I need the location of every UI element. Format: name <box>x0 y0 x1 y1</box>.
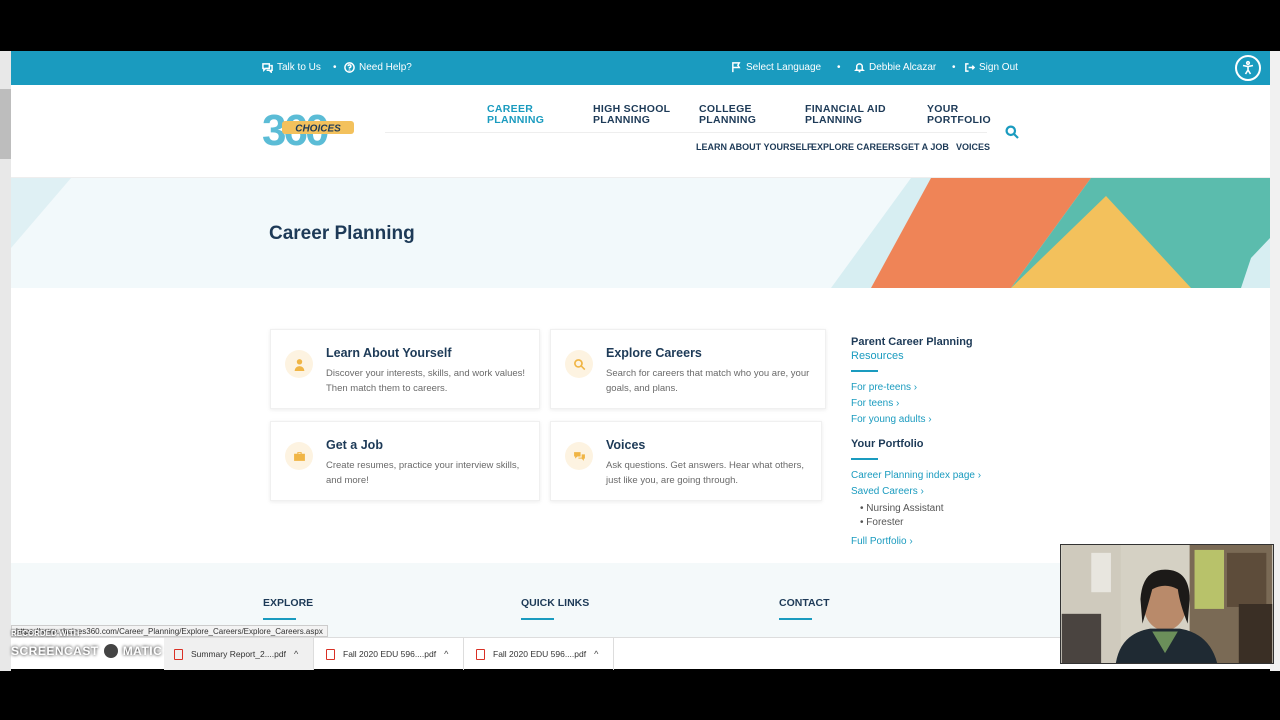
search-icon <box>565 350 593 378</box>
separator: • <box>952 62 956 73</box>
chat-bubbles-icon <box>565 442 593 470</box>
subnav-explore-careers[interactable]: EXPLORE CAREERS <box>811 142 901 152</box>
footer-underline <box>779 618 812 620</box>
subnav-get-a-job[interactable]: GET A JOB <box>901 142 949 152</box>
subnav-voices[interactable]: VOICES <box>956 142 990 152</box>
link-pre-teens[interactable]: For pre-teens › <box>851 380 1031 396</box>
hero-decoration <box>11 178 1270 288</box>
user-notifications[interactable]: Debbie Alcazar <box>854 62 936 73</box>
subnav-learn-about-yourself[interactable]: LEARN ABOUT YOURSELF <box>696 142 813 152</box>
logo-text: CHOICES <box>295 124 341 135</box>
card-title: Learn About Yourself <box>326 346 452 360</box>
download-item[interactable]: Fall 2020 EDU 596....pdf ^ <box>464 638 614 670</box>
recorded-with-label: RECORDED WITH <box>11 629 80 638</box>
link-saved-careers[interactable]: Saved Careers › <box>851 484 1031 500</box>
user-name: Debbie Alcazar <box>869 62 937 73</box>
link-full-portfolio[interactable]: Full Portfolio › <box>851 534 1031 550</box>
search-button[interactable] <box>1005 125 1019 139</box>
sign-out-label: Sign Out <box>979 62 1018 73</box>
card-voices[interactable]: Voices Ask questions. Get answers. Hear … <box>550 421 822 501</box>
saved-career-item[interactable]: • Nursing Assistant <box>851 502 1031 516</box>
parent-resources-heading: Parent Career Planning Resources <box>851 336 973 362</box>
nav-career-planning[interactable]: CAREER PLANNING <box>487 104 544 126</box>
footer-quick-links-heading: QUICK LINKS <box>521 597 590 609</box>
card-title: Get a Job <box>326 438 383 452</box>
download-item[interactable]: Summary Report_2....pdf ^ <box>164 638 314 670</box>
talk-to-us-label: Talk to Us <box>277 62 321 73</box>
select-language-link[interactable]: Select Language <box>731 62 821 73</box>
screen: Talk to Us • Need Help? Select Language … <box>0 0 1280 720</box>
sign-out-icon <box>965 63 975 72</box>
saved-career-item[interactable]: • Forester <box>851 516 1031 530</box>
download-filename: Fall 2020 EDU 596....pdf <box>493 649 587 659</box>
person-icon <box>285 350 313 378</box>
card-title: Voices <box>606 438 646 452</box>
card-description: Discover your interests, skills, and wor… <box>326 368 526 394</box>
download-item[interactable]: Fall 2020 EDU 596....pdf ^ <box>314 638 464 670</box>
choices360-logo[interactable]: 360 CHOICES <box>262 105 358 151</box>
accessibility-button[interactable] <box>1235 55 1261 81</box>
download-filename: Fall 2020 EDU 596....pdf <box>343 649 437 659</box>
card-description: Search for careers that match who you ar… <box>606 368 810 394</box>
pdf-icon <box>174 648 183 660</box>
footer-underline <box>521 618 554 620</box>
card-description: Ask questions. Get answers. Hear what ot… <box>606 460 805 486</box>
nav-divider <box>385 132 987 133</box>
chevron-up-icon[interactable]: ^ <box>294 649 298 659</box>
accessibility-icon <box>1242 60 1254 75</box>
left-scroll-strip <box>0 51 11 671</box>
card-learn-about-yourself[interactable]: Learn About Yourself Discover your inter… <box>270 329 540 409</box>
pdf-icon <box>326 648 335 660</box>
separator: • <box>837 62 841 73</box>
page-title: Career Planning <box>269 223 415 244</box>
talk-to-us-link[interactable]: Talk to Us <box>262 62 321 73</box>
sign-out-link[interactable]: Sign Out <box>964 62 1018 73</box>
footer-contact-heading: CONTACT <box>779 597 830 609</box>
chevron-up-icon[interactable]: ^ <box>594 649 598 659</box>
select-language-label: Select Language <box>746 62 822 73</box>
search-icon <box>1005 125 1019 139</box>
chat-icon <box>262 63 273 73</box>
scrollbar-thumb[interactable] <box>0 89 11 159</box>
card-description: Create resumes, practice your interview … <box>326 460 520 486</box>
flag-icon <box>732 62 741 73</box>
link-teens[interactable]: For teens › <box>851 396 1031 412</box>
site-header: 360 CHOICES CAREERPLANNING HIGH SCHOOLPL… <box>11 85 1270 178</box>
footer-explore-heading: EXPLORE <box>263 597 314 609</box>
help-icon <box>344 62 355 73</box>
card-get-a-job[interactable]: Get a Job Create resumes, practice your … <box>270 421 540 501</box>
need-help-link[interactable]: Need Help? <box>344 62 412 73</box>
briefcase-icon <box>285 442 313 470</box>
nav-high-school-planning[interactable]: HIGH SCHOOL PLANNING <box>593 104 670 126</box>
sidebar: Parent Career Planning Resources For pre… <box>851 335 1031 550</box>
link-career-planning-index[interactable]: Career Planning index page › <box>851 468 1031 484</box>
utility-bar: Talk to Us • Need Help? Select Language … <box>11 51 1270 85</box>
footer-underline <box>263 618 296 620</box>
link-young-adults[interactable]: For young adults › <box>851 412 1031 428</box>
separator: • <box>333 62 337 73</box>
download-filename: Summary Report_2....pdf <box>191 649 286 659</box>
record-icon <box>101 642 120 660</box>
card-title: Explore Careers <box>606 346 702 360</box>
nav-college-planning[interactable]: COLLEGE PLANNING <box>699 104 756 126</box>
card-explore-careers[interactable]: Explore Careers Search for careers that … <box>550 329 826 409</box>
webcam-overlay <box>1060 544 1274 664</box>
need-help-label: Need Help? <box>359 62 412 73</box>
nav-financial-aid-planning[interactable]: FINANCIAL AID PLANNING <box>805 104 886 126</box>
nav-your-portfolio[interactable]: YOUR PORTFOLIO <box>927 104 991 126</box>
your-portfolio-heading: Your Portfolio <box>851 438 924 450</box>
pdf-icon <box>476 648 485 660</box>
chevron-up-icon[interactable]: ^ <box>444 649 448 659</box>
screencast-o-matic-watermark: SCREENCAST MATIC <box>11 642 163 660</box>
hero-banner: Career Planning <box>11 178 1270 288</box>
bell-icon <box>854 63 865 73</box>
